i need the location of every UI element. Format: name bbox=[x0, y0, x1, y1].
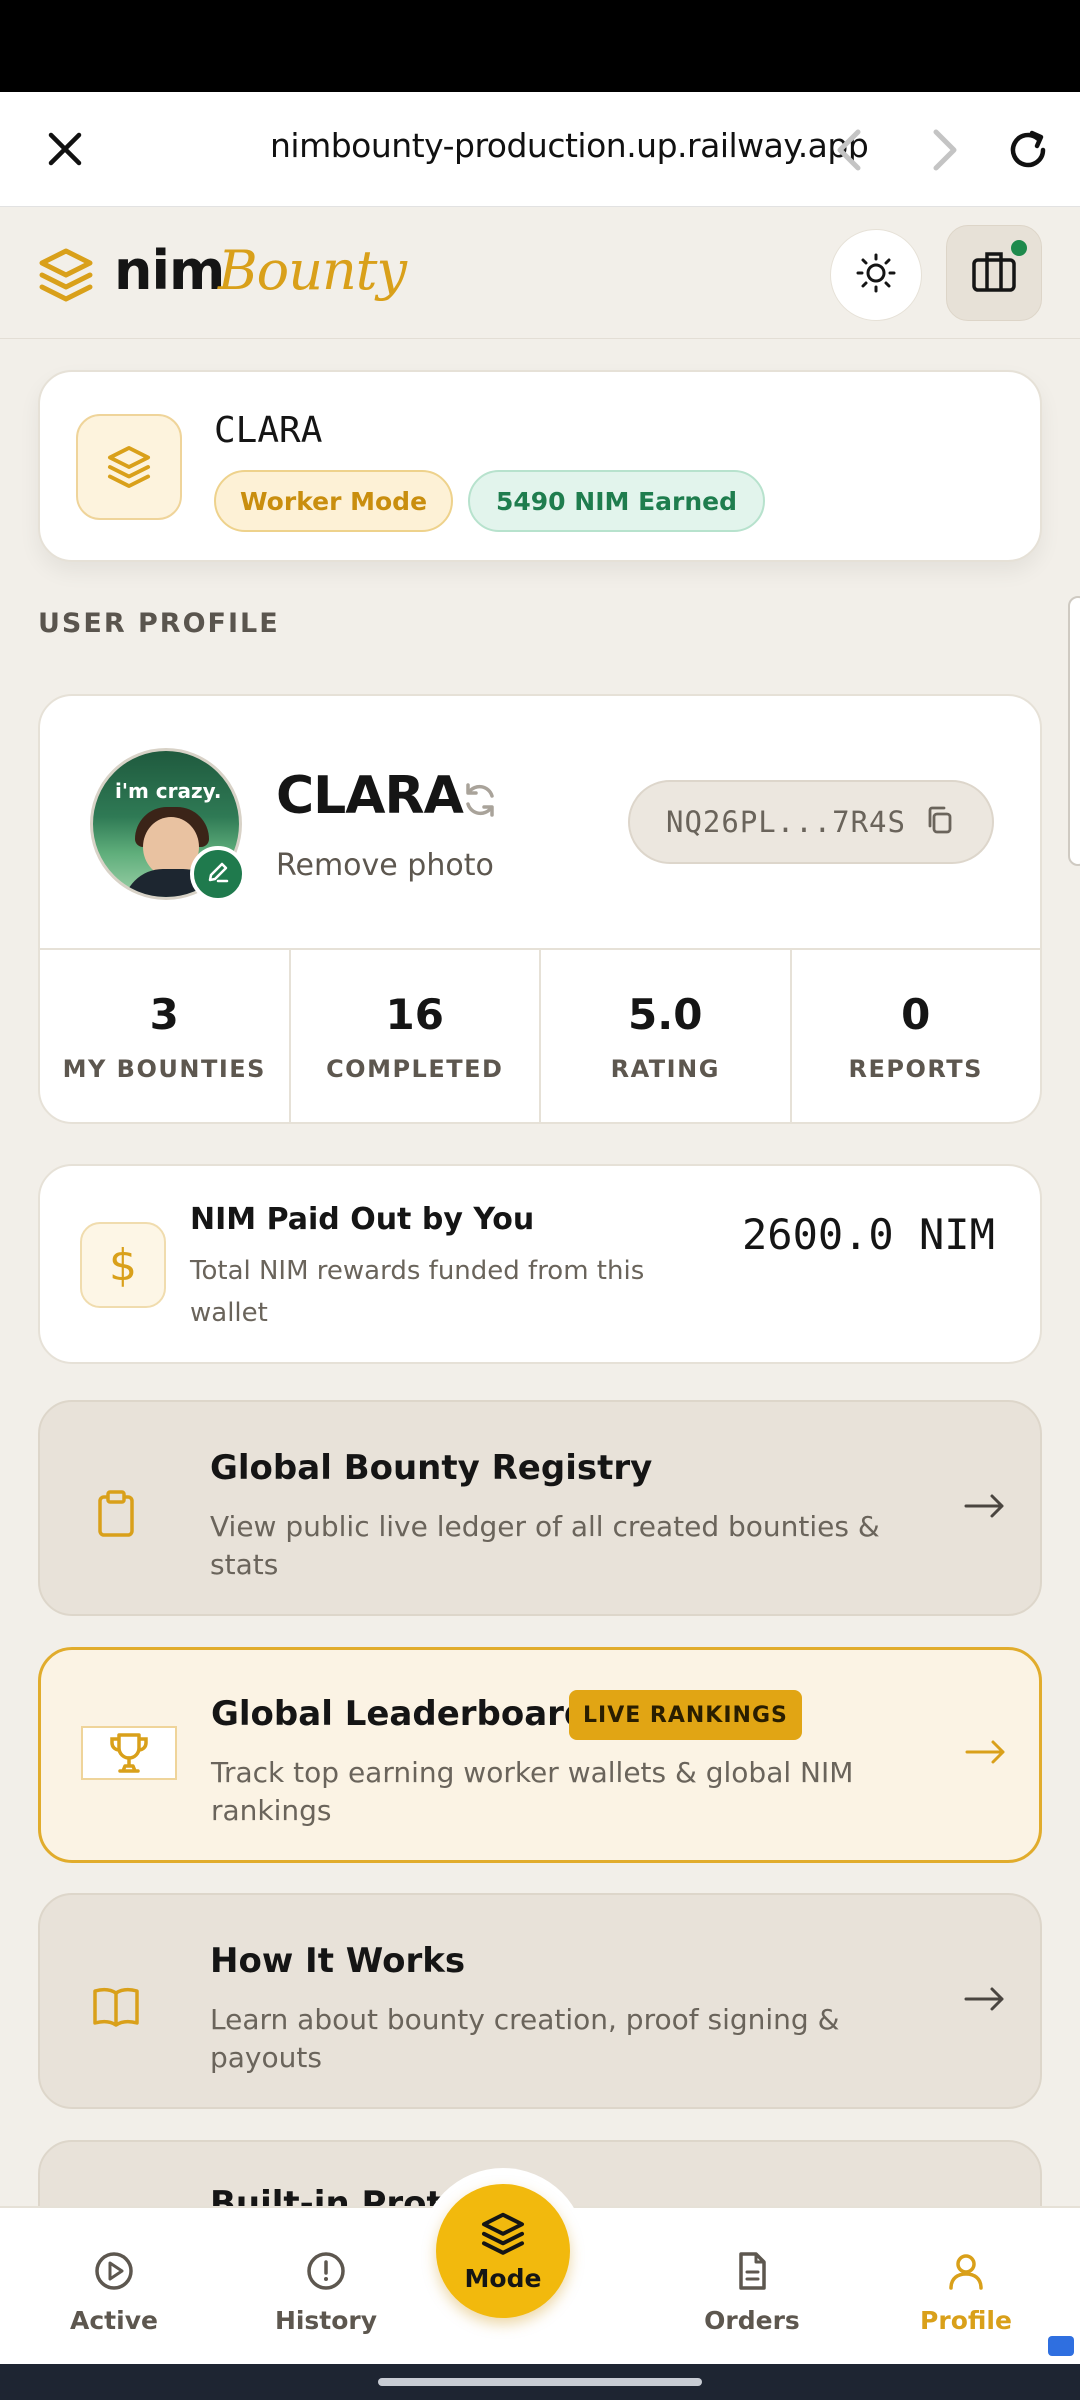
section-title: USER PROFILE bbox=[38, 608, 280, 639]
logo-wordmark-bounty: Bounty bbox=[218, 239, 407, 302]
paid-out-amount: 2600.0 NIM bbox=[742, 1210, 995, 1259]
clipboard-icon bbox=[84, 1482, 148, 1546]
system-navigation-bar bbox=[0, 2364, 1080, 2400]
link-title: Global Leaderboard bbox=[211, 1694, 589, 1734]
profile-stats: 3 MY BOUNTIES 16 COMPLETED 5.0 RATING 0 … bbox=[40, 948, 1040, 1122]
wallet-address-chip[interactable]: NQ26PL...7R4S bbox=[628, 780, 994, 864]
user-profile-card: i'm crazy. CLARA Remove photo NQ26PL...7… bbox=[38, 694, 1042, 1124]
how-it-works-link[interactable]: How It Works Learn about bounty creation… bbox=[38, 1893, 1042, 2109]
browser-toolbar: nimbounty-production.up.railway.app bbox=[0, 92, 1080, 207]
reload-icon[interactable] bbox=[1000, 122, 1056, 178]
nav-profile[interactable]: Profile bbox=[886, 2250, 1046, 2335]
stat-reports[interactable]: 0 REPORTS bbox=[792, 950, 1041, 1122]
stat-value: 5.0 bbox=[628, 989, 703, 1039]
mode-button-label: Mode bbox=[464, 2263, 542, 2293]
scrollbar[interactable] bbox=[1068, 596, 1080, 866]
stat-my-bounties[interactable]: 3 MY BOUNTIES bbox=[40, 950, 291, 1122]
wallet-address: NQ26PL...7R4S bbox=[666, 805, 906, 839]
stat-label: MY BOUNTIES bbox=[62, 1054, 266, 1083]
nim-paid-out-card: $ NIM Paid Out by You Total NIM rewards … bbox=[38, 1164, 1042, 1364]
theme-toggle-button[interactable] bbox=[830, 229, 922, 321]
back-icon[interactable] bbox=[822, 122, 878, 178]
stat-label: COMPLETED bbox=[326, 1054, 504, 1083]
nav-active[interactable]: Active bbox=[34, 2250, 194, 2335]
nav-orders[interactable]: Orders bbox=[672, 2250, 832, 2335]
link-title: How It Works bbox=[210, 1941, 466, 1981]
global-leaderboard-link[interactable]: Global Leaderboard LIVE RANKINGS Track t… bbox=[38, 1647, 1042, 1863]
nim-earned-badge: 5490 NIM Earned bbox=[468, 470, 766, 532]
live-rankings-badge: LIVE RANKINGS bbox=[569, 1690, 802, 1740]
stat-label: REPORTS bbox=[848, 1054, 983, 1083]
url-bar[interactable]: nimbounty-production.up.railway.app bbox=[270, 126, 869, 165]
mode-button[interactable]: Mode bbox=[436, 2184, 570, 2318]
stat-value: 0 bbox=[901, 989, 931, 1039]
status-bar bbox=[0, 0, 1080, 92]
app-header: nim Bounty bbox=[0, 207, 1080, 339]
nav-label: Profile bbox=[920, 2306, 1012, 2335]
nav-label: History bbox=[274, 2306, 378, 2335]
trophy-icon bbox=[81, 1726, 177, 1780]
profile-name: CLARA bbox=[276, 766, 464, 826]
copy-icon[interactable] bbox=[924, 804, 956, 840]
stat-value: 16 bbox=[385, 989, 444, 1039]
forward-icon[interactable] bbox=[916, 122, 972, 178]
link-description: Track top earning worker wallets & globa… bbox=[211, 1756, 854, 1827]
home-gesture-handle[interactable] bbox=[378, 2378, 702, 2386]
paid-out-description: Total NIM rewards funded from this walle… bbox=[190, 1256, 645, 1328]
play-circle-icon bbox=[93, 2250, 135, 2296]
link-description: View public live ledger of all created b… bbox=[210, 1510, 880, 1581]
pencil-icon bbox=[205, 859, 231, 889]
briefcase-icon bbox=[969, 246, 1019, 300]
book-icon bbox=[84, 1975, 148, 2039]
mode-summary-card: CLARA Worker Mode 5490 NIM Earned bbox=[38, 370, 1042, 562]
nav-label: Orders bbox=[704, 2306, 800, 2335]
avatar-caption: i'm crazy. bbox=[115, 779, 222, 803]
user-name-label: CLARA bbox=[214, 410, 323, 451]
paid-out-title: NIM Paid Out by You bbox=[190, 1202, 535, 1237]
worker-mode-badge: Worker Mode bbox=[214, 470, 454, 532]
wallet-button[interactable] bbox=[946, 225, 1042, 321]
stat-label: RATING bbox=[610, 1054, 720, 1083]
dollar-icon: $ bbox=[80, 1222, 166, 1308]
close-icon[interactable] bbox=[40, 124, 90, 174]
link-title: Global Bounty Registry bbox=[210, 1448, 653, 1488]
arrow-right-icon bbox=[960, 1979, 1010, 2019]
floating-badge-icon[interactable] bbox=[1048, 2336, 1074, 2356]
layers-icon bbox=[76, 414, 182, 520]
logo-wordmark-nim: nim bbox=[114, 239, 225, 302]
link-description: Learn about bounty creation, proof signi… bbox=[210, 2003, 840, 2074]
remove-photo-link[interactable]: Remove photo bbox=[276, 848, 494, 883]
document-icon bbox=[731, 2250, 773, 2296]
stat-value: 3 bbox=[149, 989, 179, 1039]
arrow-right-icon bbox=[960, 1486, 1010, 1526]
stat-completed[interactable]: 16 COMPLETED bbox=[291, 950, 541, 1122]
wallet-status-dot bbox=[1011, 240, 1027, 256]
edit-avatar-button[interactable] bbox=[190, 846, 246, 902]
stat-rating[interactable]: 5.0 RATING bbox=[541, 950, 792, 1122]
user-icon bbox=[945, 2250, 987, 2296]
global-bounty-registry-link[interactable]: Global Bounty Registry View public live … bbox=[38, 1400, 1042, 1616]
arrow-right-icon bbox=[961, 1732, 1011, 1772]
logo-layers-icon bbox=[36, 245, 96, 305]
sun-icon bbox=[854, 251, 898, 299]
nav-label: Active bbox=[70, 2306, 158, 2335]
alert-circle-icon bbox=[305, 2250, 347, 2296]
nav-history[interactable]: History bbox=[246, 2250, 406, 2335]
refresh-name-icon[interactable] bbox=[460, 780, 500, 820]
layers-icon bbox=[479, 2210, 527, 2260]
